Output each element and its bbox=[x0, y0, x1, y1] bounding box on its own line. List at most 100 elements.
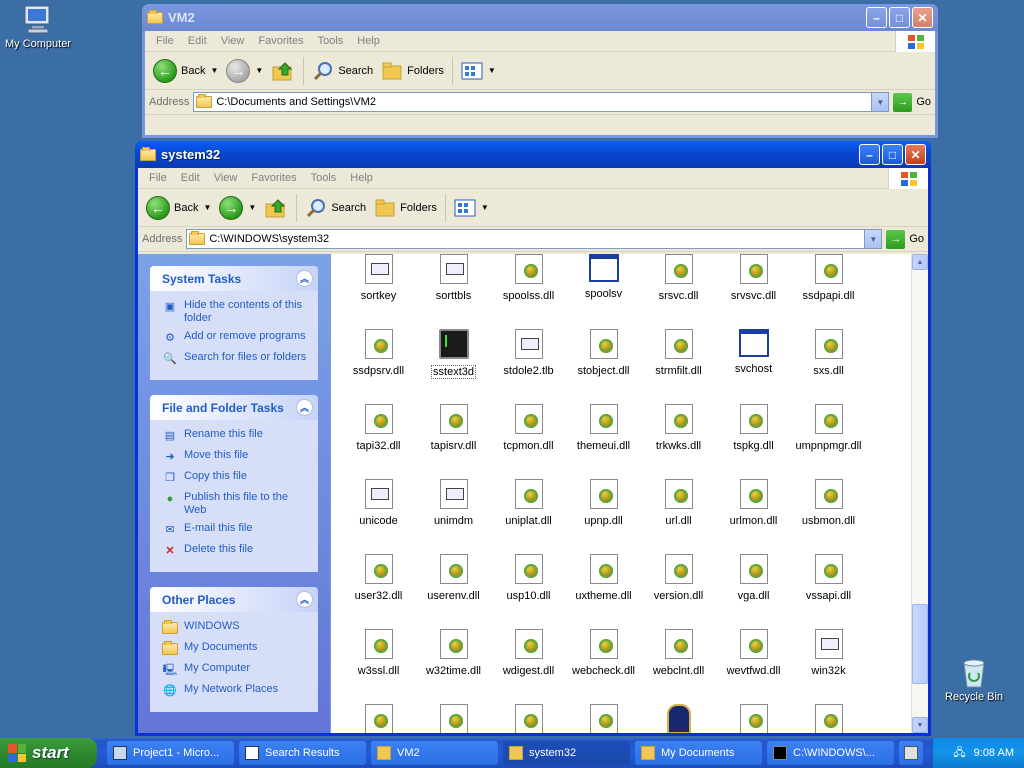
file-item[interactable]: tapisrv.dll bbox=[416, 404, 491, 479]
file-item[interactable]: upnp.dll bbox=[566, 479, 641, 554]
file-item[interactable]: usbmon.dll bbox=[791, 479, 866, 554]
panel-header[interactable]: File and Folder Tasks ︽ bbox=[150, 395, 318, 420]
panel-header[interactable]: System Tasks ︽ bbox=[150, 266, 318, 291]
file-item[interactable]: user32.dll bbox=[341, 554, 416, 629]
clock[interactable]: 9:08 AM bbox=[974, 747, 1014, 759]
maximize-button[interactable]: □ bbox=[882, 144, 903, 165]
file-item[interactable]: stdole2.tlb bbox=[491, 329, 566, 404]
up-folder-button[interactable] bbox=[267, 56, 299, 86]
go-button[interactable]: → Go bbox=[886, 229, 924, 249]
file-item[interactable] bbox=[416, 704, 491, 733]
file-item[interactable]: urlmon.dll bbox=[716, 479, 791, 554]
close-button[interactable]: ✕ bbox=[905, 144, 926, 165]
file-item[interactable]: ssdpapi.dll bbox=[791, 254, 866, 329]
collapse-chevron-icon[interactable]: ︽ bbox=[296, 270, 313, 287]
menu-view[interactable]: View bbox=[207, 172, 245, 184]
vm2-window[interactable]: VM2 – □ ✕ File Edit View Favorites Tools… bbox=[142, 4, 938, 138]
address-input[interactable]: C:\WINDOWS\system32 ▼ bbox=[186, 229, 883, 249]
file-item[interactable]: stobject.dll bbox=[566, 329, 641, 404]
file-item[interactable]: unicode bbox=[341, 479, 416, 554]
start-button[interactable]: start bbox=[0, 738, 97, 768]
desktop-icon-recycle-bin[interactable]: Recycle Bin bbox=[936, 657, 1012, 703]
system32-window[interactable]: system32 – □ ✕ File Edit View Favorites … bbox=[135, 141, 931, 736]
task-search-files[interactable]: 🔍 Search for files or folders bbox=[162, 351, 310, 367]
menu-file[interactable]: File bbox=[149, 35, 181, 47]
task-keyboard[interactable] bbox=[899, 741, 923, 765]
file-item[interactable]: vssapi.dll bbox=[791, 554, 866, 629]
menu-edit[interactable]: Edit bbox=[174, 172, 207, 184]
chevron-down-icon[interactable]: ▼ bbox=[210, 66, 218, 75]
file-item[interactable]: vga.dll bbox=[716, 554, 791, 629]
file-item[interactable]: sxs.dll bbox=[791, 329, 866, 404]
minimize-button[interactable]: – bbox=[859, 144, 880, 165]
scroll-down-arrow-icon[interactable]: ▼ bbox=[912, 717, 928, 733]
chevron-down-icon[interactable]: ▼ bbox=[871, 93, 889, 111]
place-network[interactable]: 🌐 My Network Places bbox=[162, 683, 310, 699]
go-button[interactable]: → Go bbox=[893, 92, 931, 112]
file-item[interactable]: sstext3d bbox=[416, 329, 491, 404]
file-item[interactable]: themeui.dll bbox=[566, 404, 641, 479]
file-item[interactable]: tcpmon.dll bbox=[491, 404, 566, 479]
menu-favorites[interactable]: Favorites bbox=[244, 172, 303, 184]
vm2-titlebar[interactable]: VM2 – □ ✕ bbox=[142, 4, 938, 31]
place-my-computer[interactable]: 🖳 My Computer bbox=[162, 662, 310, 678]
search-button[interactable]: Search bbox=[301, 193, 370, 223]
desktop-icon-my-computer[interactable]: My Computer bbox=[0, 4, 76, 50]
file-item[interactable]: umpnpmgr.dll bbox=[791, 404, 866, 479]
file-item[interactable] bbox=[566, 704, 641, 733]
file-item[interactable]: sorttbls bbox=[416, 254, 491, 329]
tray-network-icon[interactable]: 🖧 bbox=[953, 744, 965, 763]
task-my-documents[interactable]: My Documents bbox=[635, 741, 762, 765]
file-item[interactable] bbox=[491, 704, 566, 733]
chevron-down-icon[interactable]: ▼ bbox=[255, 66, 263, 75]
task-publish[interactable]: ● Publish this file to the Web bbox=[162, 491, 310, 517]
file-item[interactable]: url.dll bbox=[641, 479, 716, 554]
file-item[interactable]: w32time.dll bbox=[416, 629, 491, 704]
views-button[interactable]: ▼ bbox=[450, 193, 493, 223]
collapse-chevron-icon[interactable]: ︽ bbox=[296, 591, 313, 608]
menu-favorites[interactable]: Favorites bbox=[251, 35, 310, 47]
file-item[interactable]: wevtfwd.dll bbox=[716, 629, 791, 704]
chevron-down-icon[interactable]: ▼ bbox=[488, 66, 496, 75]
file-item[interactable]: userenv.dll bbox=[416, 554, 491, 629]
task-vm2[interactable]: VM2 bbox=[371, 741, 498, 765]
file-item[interactable]: webclnt.dll bbox=[641, 629, 716, 704]
place-my-documents[interactable]: My Documents bbox=[162, 641, 310, 657]
menu-tools[interactable]: Tools bbox=[311, 35, 351, 47]
file-item[interactable]: w3ssl.dll bbox=[341, 629, 416, 704]
maximize-button[interactable]: □ bbox=[889, 7, 910, 28]
task-rename[interactable]: ▤ Rename this file bbox=[162, 428, 310, 444]
task-cmd[interactable]: C:\WINDOWS\... bbox=[767, 741, 894, 765]
chevron-down-icon[interactable]: ▼ bbox=[248, 203, 256, 212]
chevron-down-icon[interactable]: ▼ bbox=[864, 230, 882, 248]
file-item[interactable]: tapi32.dll bbox=[341, 404, 416, 479]
file-item[interactable]: usp10.dll bbox=[491, 554, 566, 629]
file-item[interactable]: tspkg.dll bbox=[716, 404, 791, 479]
file-item[interactable]: srsvc.dll bbox=[641, 254, 716, 329]
file-item[interactable]: webcheck.dll bbox=[566, 629, 641, 704]
file-list-view[interactable]: sortkey sorttbls spoolss.dll spoolsv srsvc.d… bbox=[330, 254, 928, 733]
file-item[interactable]: ssdpsrv.dll bbox=[341, 329, 416, 404]
views-button[interactable]: ▼ bbox=[457, 56, 500, 86]
file-item[interactable]: strmfilt.dll bbox=[641, 329, 716, 404]
panel-header[interactable]: Other Places ︽ bbox=[150, 587, 318, 612]
vertical-scrollbar[interactable]: ▲ ▼ bbox=[911, 254, 928, 733]
address-input[interactable]: C:\Documents and Settings\VM2 ▼ bbox=[193, 92, 890, 112]
system32-titlebar[interactable]: system32 – □ ✕ bbox=[135, 141, 931, 168]
task-move[interactable]: ➜ Move this file bbox=[162, 449, 310, 465]
task-search-results[interactable]: Search Results bbox=[239, 741, 366, 765]
file-item[interactable]: version.dll bbox=[641, 554, 716, 629]
file-item[interactable]: srvsvc.dll bbox=[716, 254, 791, 329]
close-button[interactable]: ✕ bbox=[912, 7, 933, 28]
file-item[interactable] bbox=[791, 704, 866, 733]
folders-button[interactable]: Folders bbox=[370, 193, 441, 223]
task-project1[interactable]: Project1 - Micro... bbox=[107, 741, 234, 765]
file-item[interactable]: svchost bbox=[716, 329, 791, 404]
file-item[interactable] bbox=[641, 704, 716, 733]
task-system32[interactable]: system32 bbox=[503, 741, 630, 765]
back-button[interactable]: ← Back ▼ bbox=[149, 56, 222, 86]
file-item[interactable]: spoolsv bbox=[566, 254, 641, 329]
file-item[interactable]: sortkey bbox=[341, 254, 416, 329]
file-item[interactable]: spoolss.dll bbox=[491, 254, 566, 329]
menu-help[interactable]: Help bbox=[343, 172, 380, 184]
